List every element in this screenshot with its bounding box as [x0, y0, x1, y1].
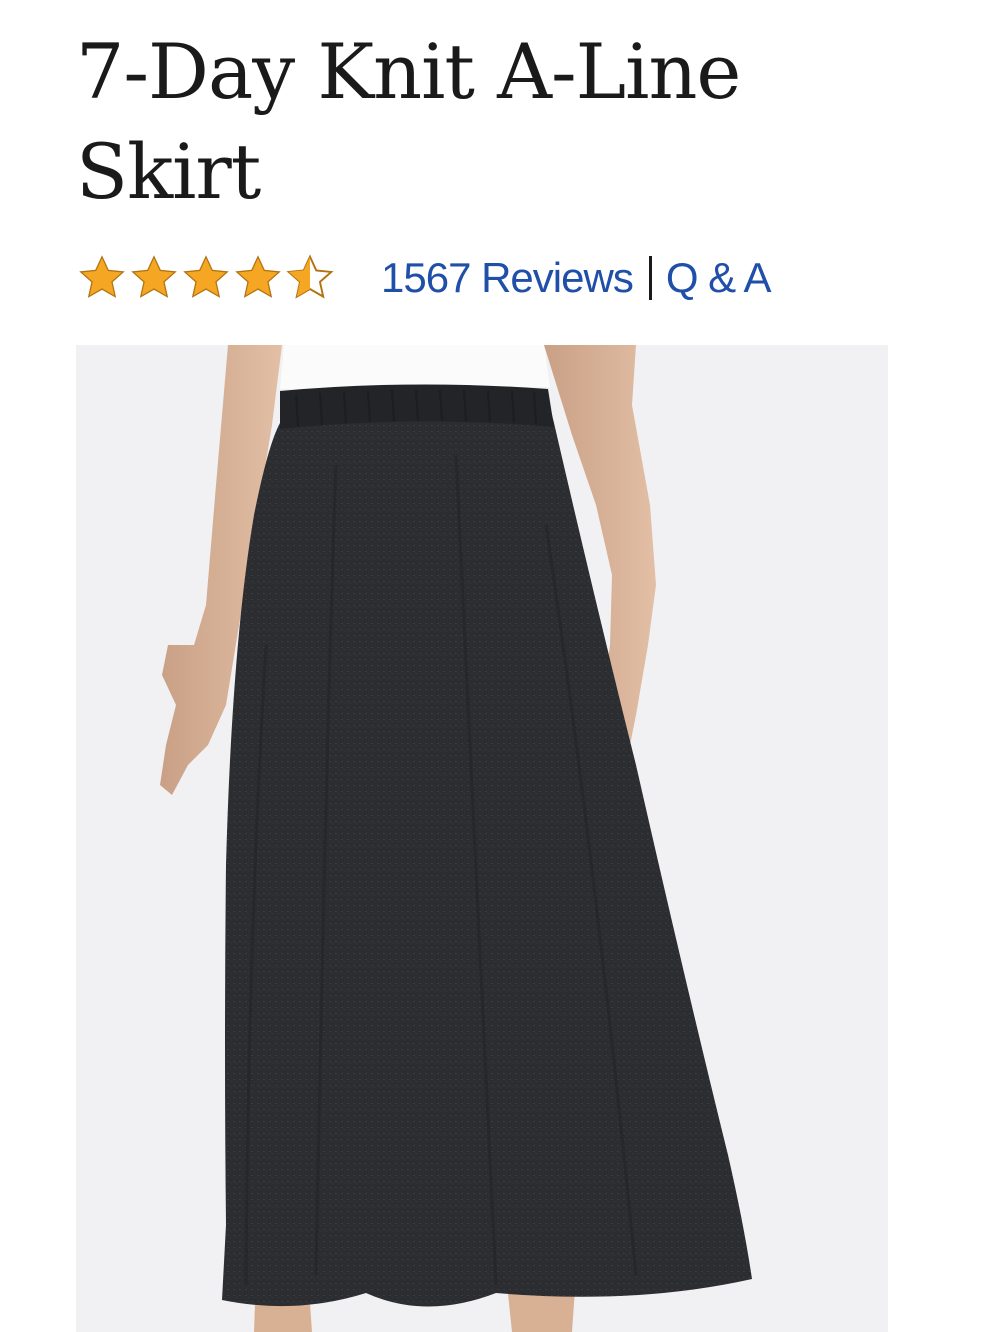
rating-row: 1567 Reviews Q & A — [76, 246, 772, 310]
half-star-icon — [284, 252, 336, 304]
product-image[interactable] — [76, 345, 888, 1332]
reviews-link[interactable]: 1567 Reviews — [381, 254, 634, 302]
skirt-photo — [76, 345, 888, 1332]
star-icon — [76, 252, 128, 304]
star-icon — [128, 252, 180, 304]
star-icon — [232, 252, 284, 304]
qa-link[interactable]: Q & A — [666, 254, 772, 302]
star-rating[interactable] — [76, 252, 336, 304]
product-title: 7-Day Knit A-Line Skirt — [76, 27, 741, 216]
star-icon — [180, 252, 232, 304]
divider — [648, 256, 652, 300]
